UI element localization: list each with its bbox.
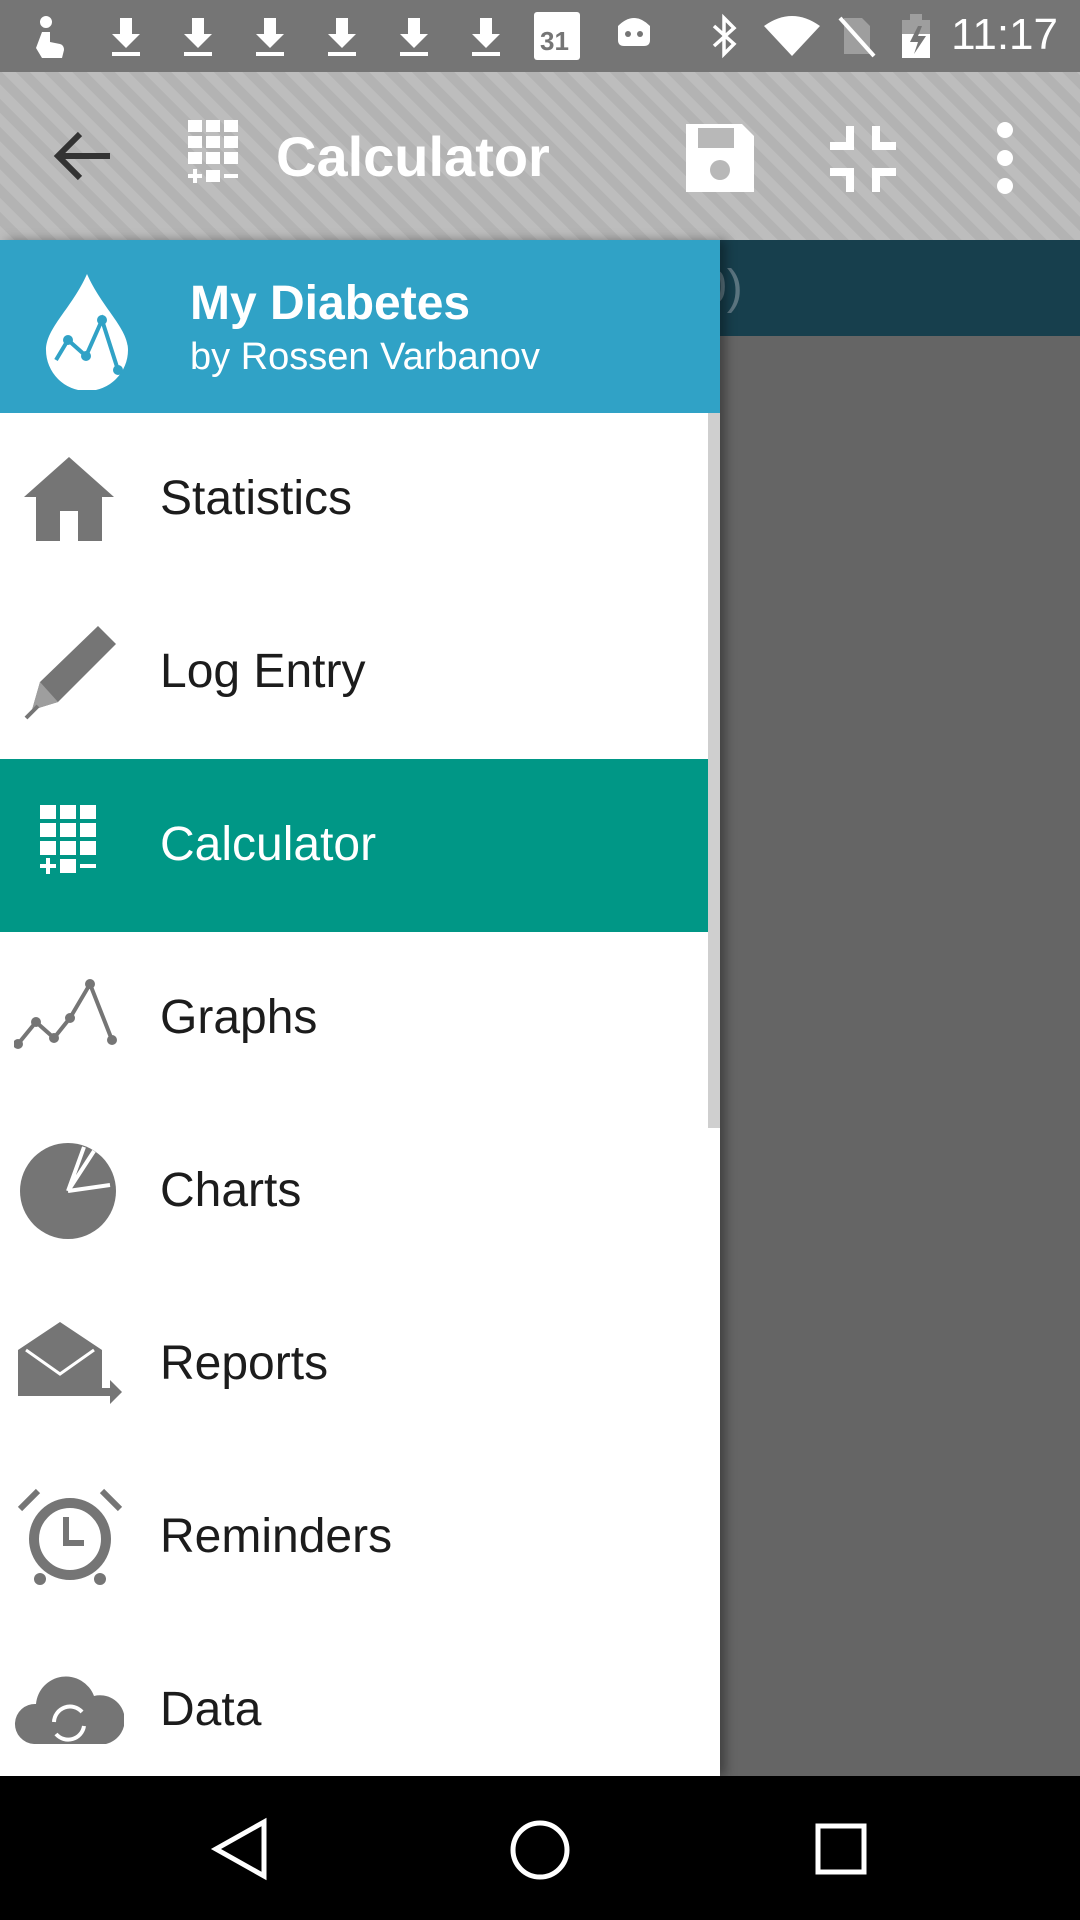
app-logo-icon [46, 274, 128, 390]
drawer-author: by Rossen Varbanov [190, 336, 540, 378]
drawer-header: My Diabetes by Rossen Varbanov [0, 240, 720, 413]
mail-report-icon [18, 1322, 122, 1404]
line-graph-icon [14, 979, 117, 1049]
pie-chart-icon [20, 1143, 116, 1239]
app-bar: Calculator [0, 72, 1080, 240]
recents-square-icon[interactable] [808, 1816, 874, 1882]
pencil-icon [24, 626, 116, 720]
calendar-day: 31 [540, 26, 569, 56]
wifi-icon [764, 16, 820, 56]
bluetooth-icon [712, 13, 737, 59]
android-icon [618, 18, 650, 46]
menu-item-data[interactable]: Data [0, 1624, 720, 1776]
download-icon [112, 18, 140, 56]
calculator-icon [188, 120, 238, 183]
menu-item-label: Log Entry [160, 645, 366, 698]
menu-item-label: Graphs [160, 991, 318, 1044]
download-icon [256, 18, 284, 56]
back-triangle-icon[interactable] [208, 1816, 274, 1882]
drawer-menu: Statistics Log Entry Calculator Graphs C… [0, 413, 720, 1776]
menu-item-label: Charts [160, 1164, 302, 1217]
battery-charging-icon [902, 14, 930, 58]
menu-item-label: Calculator [160, 818, 377, 871]
page-title: Calculator [276, 125, 550, 188]
menu-item-charts[interactable]: Charts [0, 1105, 720, 1278]
download-icon [400, 18, 428, 56]
status-time: 11:17 [951, 10, 1058, 59]
download-icon [328, 18, 356, 56]
menu-item-reports[interactable]: Reports [0, 1278, 720, 1451]
drawer-scrollbar[interactable] [708, 413, 720, 1128]
menu-item-label: Statistics [160, 472, 353, 525]
no-sim-icon [838, 16, 876, 58]
calendar-icon: 31 [534, 12, 580, 60]
download-icon [184, 18, 212, 56]
save-icon[interactable] [680, 118, 760, 198]
fullscreen-exit-icon[interactable] [826, 122, 900, 196]
menu-item-label: Reminders [160, 1510, 393, 1563]
more-vert-icon[interactable] [990, 118, 1020, 198]
menu-item-statistics[interactable]: Statistics [0, 413, 720, 586]
menu-item-log-entry[interactable]: Log Entry [0, 586, 720, 759]
menu-item-reminders[interactable]: Reminders [0, 1451, 720, 1624]
menu-item-graphs[interactable]: Graphs [0, 932, 720, 1105]
home-circle-icon[interactable] [506, 1816, 574, 1884]
status-bar: 31 11:17 [0, 0, 1080, 72]
navigation-drawer: My Diabetes by Rossen Varbanov Statistic… [0, 240, 720, 1776]
menu-item-calculator[interactable]: Calculator [0, 759, 720, 932]
touch-icon [36, 16, 64, 58]
home-icon [24, 457, 114, 541]
alarm-clock-icon [17, 1488, 123, 1585]
drawer-app-name: My Diabetes [190, 277, 471, 330]
calculator-icon [40, 805, 96, 874]
download-icon [472, 18, 500, 56]
system-navigation-bar [0, 1776, 1080, 1920]
menu-item-label: Data [160, 1683, 262, 1736]
back-arrow-icon[interactable] [50, 126, 116, 186]
menu-item-label: Reports [160, 1337, 329, 1390]
cloud-sync-icon [14, 1676, 124, 1744]
